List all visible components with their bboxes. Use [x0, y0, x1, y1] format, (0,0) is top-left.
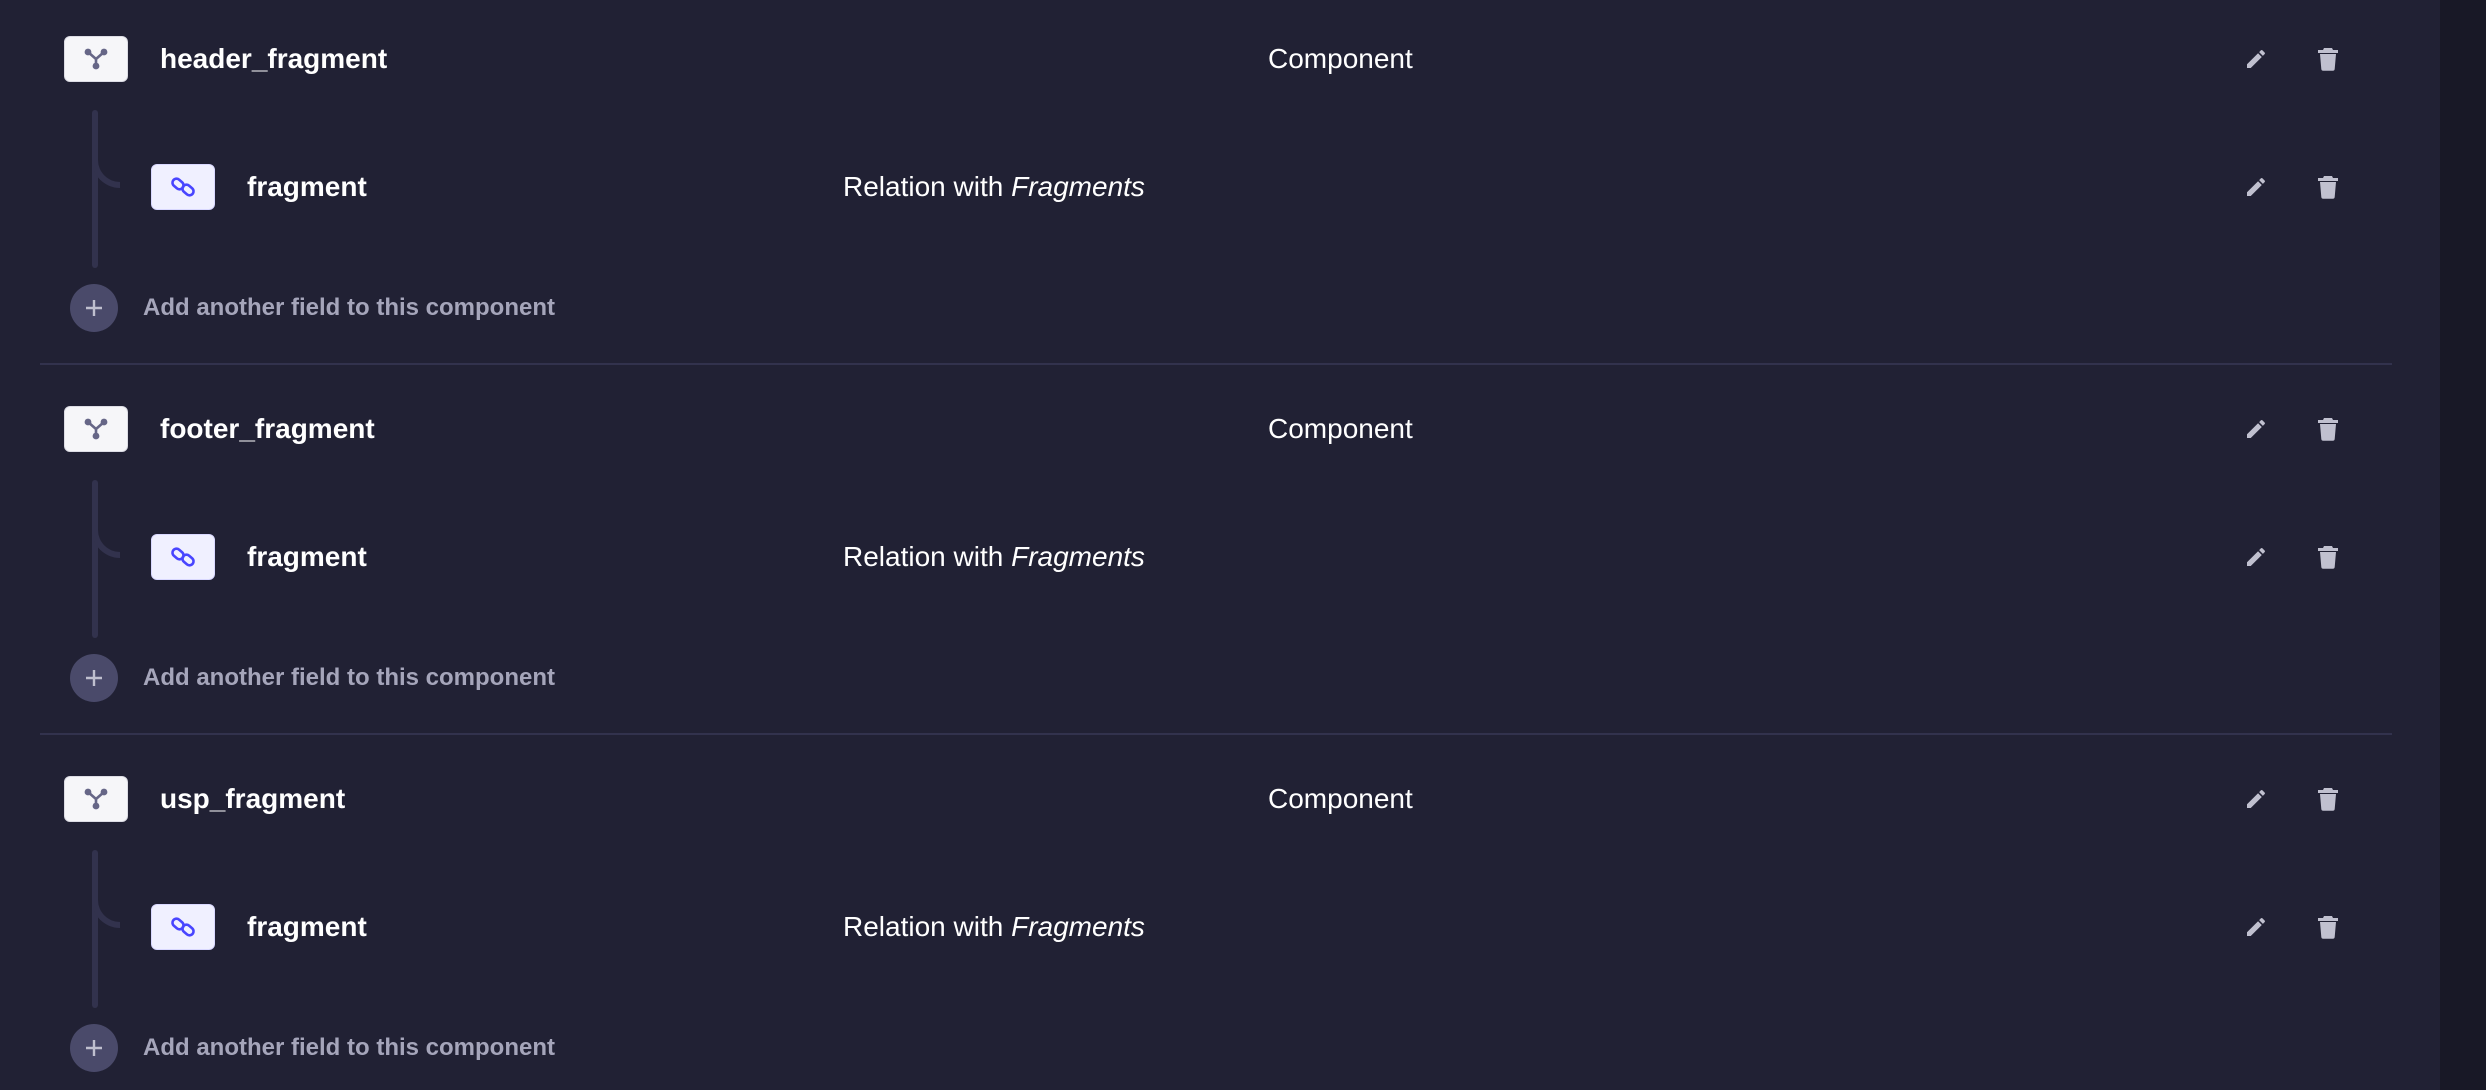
- divider: [40, 733, 2392, 735]
- field-name: fragment: [247, 911, 367, 942]
- pencil-icon: [2247, 789, 2266, 808]
- trash-icon: [2318, 176, 2338, 199]
- field-name: fragment: [247, 541, 367, 572]
- edit-field-button[interactable]: [2234, 535, 2278, 579]
- add-field-button[interactable]: Add another field to this component: [70, 283, 555, 333]
- add-field-label: Add another field to this component: [143, 1034, 555, 1061]
- pencil-icon: [2247, 917, 2266, 936]
- pencil-icon: [2247, 419, 2266, 438]
- field-name: fragment: [247, 171, 367, 202]
- component-type: Component: [1268, 413, 1413, 444]
- trash-icon: [2318, 546, 2338, 569]
- plus-icon: [70, 654, 118, 702]
- delete-field-button[interactable]: [2306, 905, 2350, 949]
- delete-field-button[interactable]: [2306, 165, 2350, 209]
- add-field-label: Add another field to this component: [143, 664, 555, 691]
- content-type-fields-page: header_fragment Component fragment Relat…: [0, 0, 2486, 1090]
- component-group: header_fragment Component fragment Relat…: [0, 0, 2440, 370]
- add-field-label: Add another field to this component: [143, 294, 555, 321]
- fields-list-panel: header_fragment Component fragment Relat…: [0, 0, 2440, 1090]
- edit-field-button[interactable]: [2234, 165, 2278, 209]
- delete-component-button[interactable]: [2306, 407, 2350, 451]
- field-type: Relation with Fragments: [843, 911, 1145, 942]
- component-row: usp_fragment Component: [0, 769, 2440, 829]
- component-row: header_fragment Component: [0, 29, 2440, 89]
- component-name: usp_fragment: [160, 783, 346, 814]
- edit-component-button[interactable]: [2234, 777, 2278, 821]
- plus-icon: [70, 284, 118, 332]
- trash-icon: [2318, 788, 2338, 811]
- pencil-icon: [2247, 547, 2266, 566]
- component-name: header_fragment: [160, 43, 388, 74]
- component-name: footer_fragment: [160, 413, 375, 444]
- edit-field-button[interactable]: [2234, 905, 2278, 949]
- component-icon: [64, 36, 128, 82]
- component-group: usp_fragment Component fragment Relation…: [0, 740, 2440, 1090]
- field-row: fragment Relation with Fragments: [0, 897, 2440, 957]
- trash-icon: [2318, 48, 2338, 71]
- plus-icon: [70, 1024, 118, 1072]
- edit-component-button[interactable]: [2234, 37, 2278, 81]
- component-group: footer_fragment Component fragment Relat…: [0, 370, 2440, 740]
- relation-icon: [151, 904, 215, 950]
- right-edge-strip: [2440, 0, 2486, 1090]
- field-row: fragment Relation with Fragments: [0, 157, 2440, 217]
- add-field-button[interactable]: Add another field to this component: [70, 1023, 555, 1073]
- edit-component-button[interactable]: [2234, 407, 2278, 451]
- component-type: Component: [1268, 783, 1413, 814]
- field-type: Relation with Fragments: [843, 171, 1145, 202]
- pencil-icon: [2247, 49, 2266, 68]
- component-icon: [64, 406, 128, 452]
- pencil-icon: [2247, 177, 2266, 196]
- relation-icon: [151, 164, 215, 210]
- relation-icon: [151, 534, 215, 580]
- delete-field-button[interactable]: [2306, 535, 2350, 579]
- add-field-button[interactable]: Add another field to this component: [70, 653, 555, 703]
- divider: [40, 363, 2392, 365]
- field-row: fragment Relation with Fragments: [0, 527, 2440, 587]
- trash-icon: [2318, 418, 2338, 441]
- field-type: Relation with Fragments: [843, 541, 1145, 572]
- component-row: footer_fragment Component: [0, 399, 2440, 459]
- component-type: Component: [1268, 43, 1413, 74]
- trash-icon: [2318, 916, 2338, 939]
- delete-component-button[interactable]: [2306, 777, 2350, 821]
- delete-component-button[interactable]: [2306, 37, 2350, 81]
- component-icon: [64, 776, 128, 822]
